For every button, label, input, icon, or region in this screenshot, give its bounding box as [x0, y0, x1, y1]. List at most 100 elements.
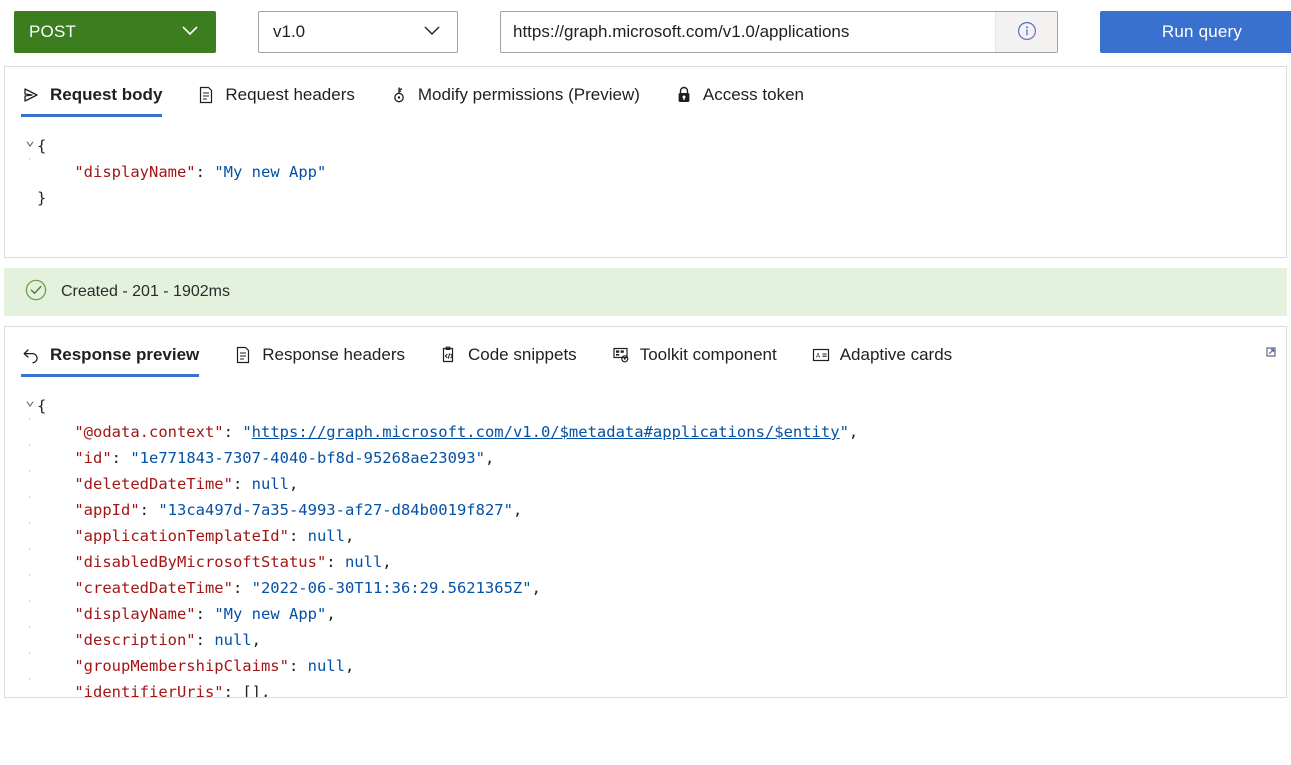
key-icon	[389, 85, 409, 105]
tab-toolkit-component[interactable]: Toolkit component	[611, 327, 777, 383]
response-body-editor[interactable]: ⌄{ "@odata.context": "https://graph.micr…	[5, 383, 1286, 697]
code-line-content: "id": "1e771843-7307-4040-bf8d-95268ae23…	[37, 445, 494, 471]
url-info-button[interactable]	[995, 12, 1057, 52]
json-token: {	[37, 397, 47, 415]
json-token: :	[326, 553, 345, 571]
json-token: "	[242, 423, 252, 441]
response-status-text: Created - 201 - 1902ms	[61, 283, 230, 300]
request-url-field[interactable]	[500, 11, 1058, 53]
response-tabs: Response preview Response headers Code s…	[5, 327, 1286, 383]
json-token: "description"	[74, 631, 196, 649]
json-token: }	[37, 189, 47, 207]
json-token: :	[111, 449, 131, 467]
tab-access-token[interactable]: Access token	[674, 67, 804, 123]
code-line-content: "createdDateTime": "2022-06-30T11:36:29.…	[37, 575, 541, 601]
tab-label: Response preview	[50, 345, 200, 364]
json-token: ,	[848, 423, 859, 441]
chevron-down-icon[interactable]: ⌄	[23, 392, 37, 408]
json-token: :	[232, 579, 252, 597]
chevron-down-icon[interactable]: ⌄	[23, 132, 37, 148]
json-token: ,	[344, 527, 355, 545]
code-line-content: "identifierUris": [],	[37, 679, 270, 697]
code-line-content: "deletedDateTime": null,	[37, 471, 298, 497]
request-panel: Request body Request headers Modify perm…	[4, 66, 1287, 258]
json-token: "appId"	[74, 501, 140, 519]
code-line: "createdDateTime": "2022-06-30T11:36:29.…	[5, 574, 1286, 601]
json-token: :	[195, 163, 215, 181]
code-line: "@odata.context": "https://graph.microso…	[5, 418, 1286, 445]
json-token: :	[288, 657, 308, 675]
json-token: "My new App"	[214, 605, 327, 623]
code-line: "applicationTemplateId": null,	[5, 522, 1286, 549]
json-token: :	[288, 527, 308, 545]
json-token: ,	[484, 449, 495, 467]
http-method-select[interactable]: POST	[14, 11, 216, 53]
code-line: }	[5, 185, 1286, 211]
json-token: ,	[382, 553, 392, 571]
code-line-content: {	[37, 393, 46, 419]
request-url-input[interactable]	[501, 12, 995, 52]
json-token: "groupMembershipClaims"	[74, 657, 289, 675]
api-version-select[interactable]: v1.0	[258, 11, 458, 53]
tab-modify-permissions[interactable]: Modify permissions (Preview)	[389, 67, 640, 123]
code-clipboard-icon	[439, 345, 459, 365]
code-line-content: "description": null,	[37, 627, 261, 653]
json-token: "My new App"	[214, 163, 327, 181]
json-token: :	[223, 683, 243, 697]
chevron-down-icon	[421, 19, 443, 46]
tab-label: Toolkit component	[639, 345, 777, 364]
tab-code-snippets[interactable]: Code snippets	[439, 327, 577, 383]
json-token: ,	[344, 657, 355, 675]
json-token: "	[839, 423, 849, 441]
json-token: "displayName"	[74, 163, 196, 181]
response-panel: Response preview Response headers Code s…	[4, 326, 1287, 698]
run-query-button[interactable]: Run query	[1100, 11, 1291, 53]
json-token: ,	[531, 579, 541, 597]
code-line: "displayName": "My new App"	[5, 158, 1286, 185]
json-token: :	[139, 501, 159, 519]
json-link[interactable]: https://graph.microsoft.com/v1.0/$metada…	[252, 423, 840, 441]
json-token: :	[232, 475, 252, 493]
tab-label: Code snippets	[468, 345, 577, 364]
json-token: null	[307, 527, 345, 545]
code-line-content: "@odata.context": "https://graph.microso…	[37, 419, 858, 445]
api-version-value: v1.0	[273, 22, 306, 41]
request-body-editor[interactable]: ⌄{ "displayName": "My new App"}	[5, 123, 1286, 257]
json-token: {	[37, 137, 47, 155]
code-line: ⌄{	[5, 132, 1286, 159]
code-line: "displayName": "My new App",	[5, 600, 1286, 627]
json-token: null	[344, 553, 383, 571]
json-token: [],	[242, 683, 271, 697]
json-token: "@odata.context"	[74, 423, 224, 441]
query-bar: POST v1.0 https://graph.microsoft.com/v1…	[0, 0, 1291, 66]
code-line: "appId": "13ca497d-7a35-4993-af27-d84b00…	[5, 496, 1286, 523]
json-token: "id"	[74, 449, 112, 467]
tab-response-headers[interactable]: Response headers	[233, 327, 405, 383]
code-line-content: "displayName": "My new App",	[37, 601, 335, 627]
json-token: "1e771843-7307-4040-bf8d-95268ae23093"	[130, 449, 485, 467]
json-token: "identifierUris"	[74, 683, 224, 697]
json-token: :	[223, 423, 243, 441]
code-line-content: "disabledByMicrosoftStatus": null,	[37, 549, 392, 575]
tab-label: Request headers	[225, 85, 355, 104]
tab-response-preview[interactable]: Response preview	[21, 327, 200, 383]
code-line-content: {	[37, 133, 46, 159]
json-token: "2022-06-30T11:36:29.5621365Z"	[251, 579, 532, 597]
expand-corner-icon[interactable]	[1264, 345, 1286, 367]
json-token: null	[251, 475, 289, 493]
tab-label: Access token	[702, 85, 804, 104]
tab-label: Adaptive cards	[839, 345, 953, 364]
send-arrow-icon	[21, 85, 41, 105]
tab-adaptive-cards[interactable]: A Adaptive cards	[811, 327, 952, 383]
tab-request-body[interactable]: Request body	[21, 67, 163, 123]
response-status-banner: Created - 201 - 1902ms	[4, 268, 1287, 316]
tab-request-headers[interactable]: Request headers	[196, 67, 355, 123]
code-line-content: "appId": "13ca497d-7a35-4993-af27-d84b00…	[37, 497, 522, 523]
